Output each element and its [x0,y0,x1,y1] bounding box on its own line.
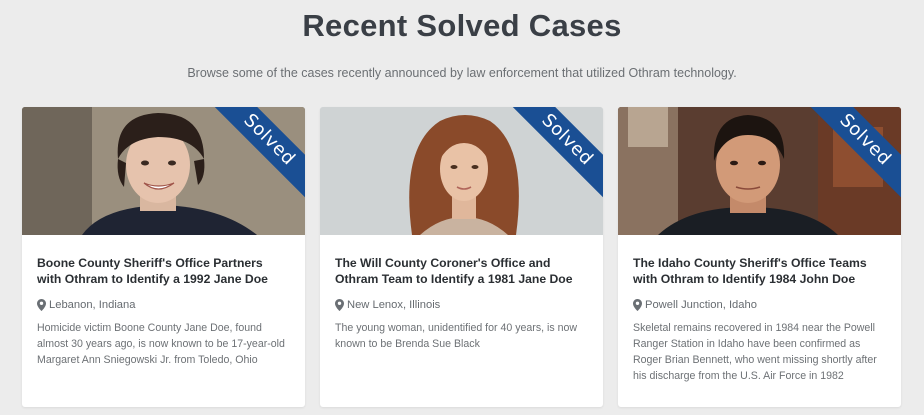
map-pin-icon [335,299,344,311]
case-photo[interactable]: Solved [22,107,305,235]
map-pin-icon [633,299,642,311]
case-location: Lebanon, Indiana [37,299,290,311]
case-location-text: Powell Junction, Idaho [645,299,757,311]
case-location-text: Lebanon, Indiana [49,299,136,311]
case-card[interactable]: Solved Boone County Sheriff's Office Par… [22,107,305,407]
case-photo[interactable]: Solved [320,107,603,235]
page-title: Recent Solved Cases [302,8,622,43]
case-description: The young woman, unidentified for 40 yea… [335,322,578,350]
case-photo[interactable]: Solved [618,107,901,235]
case-title[interactable]: The Will County Coroner's Office and Oth… [335,255,588,289]
case-location-text: New Lenox, Illinois [347,299,441,311]
map-pin-icon [37,299,46,311]
case-description: Homicide victim Boone County Jane Doe, f… [37,322,285,366]
case-title[interactable]: Boone County Sheriff's Office Partners w… [37,255,290,289]
case-description: Skeletal remains recovered in 1984 near … [633,322,877,382]
case-card[interactable]: Solved The Will County Coroner's Office … [320,107,603,407]
case-title[interactable]: The Idaho County Sheriff's Office Teams … [633,255,886,289]
page-subtitle: Browse some of the cases recently announ… [187,66,737,80]
case-location: New Lenox, Illinois [335,299,588,311]
case-location: Powell Junction, Idaho [633,299,886,311]
case-card[interactable]: Solved The Idaho County Sheriff's Office… [618,107,901,407]
